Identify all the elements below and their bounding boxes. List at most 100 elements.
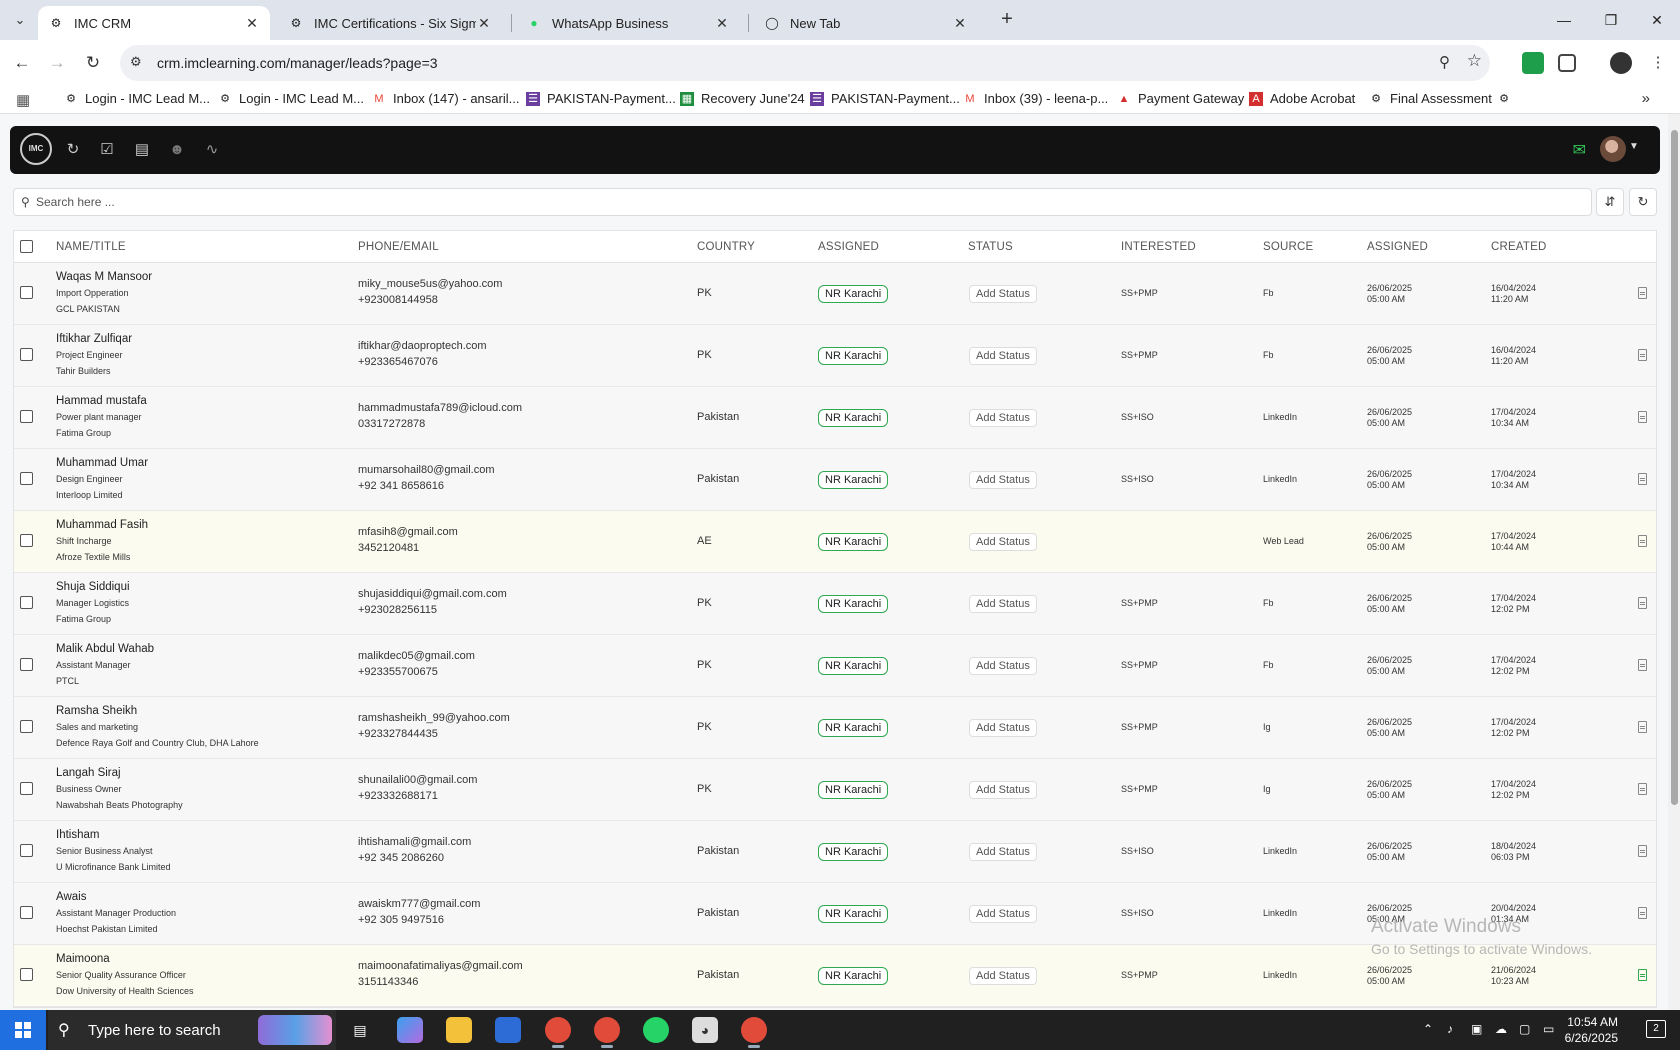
reload-button[interactable]: ↻ [81,51,105,75]
bookmark-item[interactable]: ☰ PAKISTAN-Payment... [810,91,960,106]
bookmark-item[interactable]: ⚙ [1497,91,1518,105]
tab-search-icon[interactable]: ⌄ [10,10,30,30]
notes-document-icon[interactable] [1638,535,1647,547]
bookmark-item[interactable]: A Adobe Acrobat [1249,91,1355,106]
row-checkbox[interactable] [20,844,33,857]
notes-document-icon[interactable] [1638,349,1647,361]
bookmark-star-icon[interactable]: ☆ [1467,51,1482,71]
imc-logo[interactable]: IMC [20,133,52,165]
chrome-profile-icon[interactable] [1610,52,1632,74]
user-icon[interactable]: ☻ [166,139,188,161]
bookmark-item[interactable]: ▦ Recovery June'24 [680,91,805,106]
notes-document-icon[interactable] [1638,287,1647,299]
omnibox[interactable]: ⚙ crm.imclearning.com/manager/leads?page… [120,45,1490,81]
display-icon[interactable]: ▢ [1519,1022,1530,1036]
table-row[interactable]: Waqas M Mansoor Import Opperation GCL PAKI… [14,263,1656,325]
column-header[interactable]: PHONE/EMAIL [358,241,439,253]
search-input[interactable] [36,192,1536,212]
add-status-button[interactable]: Add Status [969,595,1037,613]
add-status-button[interactable]: Add Status [969,285,1037,303]
row-checkbox[interactable] [20,534,33,547]
column-header[interactable]: SOURCE [1263,241,1313,253]
lead-name[interactable]: Iftikhar Zulfiqar [56,333,132,345]
lead-name[interactable]: Muhammad Umar [56,457,148,469]
row-checkbox[interactable] [20,782,33,795]
table-row[interactable]: Iftikhar Zulfiqar Project Engineer Tahir B… [14,325,1656,387]
clock[interactable]: 10:54 AM 6/26/2025 [1565,1014,1618,1046]
add-status-button[interactable]: Add Status [969,843,1037,861]
chrome-icon[interactable] [594,1017,620,1048]
chrome-icon[interactable] [741,1017,767,1048]
lead-name[interactable]: Muhammad Fasih [56,519,148,531]
row-checkbox[interactable] [20,968,33,981]
volume-icon[interactable]: ♪ [1447,1022,1453,1036]
column-header[interactable]: ASSIGNED [1367,241,1428,253]
close-tab-icon[interactable]: ✕ [952,15,968,32]
column-header[interactable]: ASSIGNED [818,241,879,253]
add-status-button[interactable]: Add Status [969,347,1037,365]
table-row[interactable]: Ramsha Sheikh Sales and marketing Defence … [14,697,1656,759]
add-status-button[interactable]: Add Status [969,905,1037,923]
url-text[interactable]: crm.imclearning.com/manager/leads?page=3 [157,55,438,71]
notes-document-icon[interactable] [1638,597,1647,609]
row-checkbox[interactable] [20,410,33,423]
add-status-button[interactable]: Add Status [969,657,1037,675]
battery-icon[interactable]: ▭ [1543,1022,1554,1036]
page-scrollbar[interactable] [1668,114,1680,1010]
filter-button[interactable]: ⇵ [1596,188,1624,216]
notification-bell-icon[interactable]: ✉ [1573,140,1586,160]
bookmark-item[interactable]: ☰ PAKISTAN-Payment... [526,91,676,106]
app-icon[interactable] [495,1017,521,1043]
calendar-icon[interactable]: ☑ [96,139,118,161]
row-checkbox[interactable] [20,658,33,671]
notification-center-icon[interactable]: 2 [1646,1020,1666,1038]
bookmark-item[interactable]: M Inbox (39) - leena-p... [963,91,1108,106]
whatsapp-icon[interactable] [643,1017,669,1043]
copilot-icon[interactable] [397,1017,423,1043]
lead-name[interactable]: Awais [56,891,86,903]
table-row[interactable]: Malik Abdul Wahab Assistant Manager PTCL ma… [14,635,1656,697]
close-tab-icon[interactable]: ✕ [476,15,492,32]
document-icon[interactable]: ▤ [131,139,153,161]
close-tab-icon[interactable]: ✕ [714,15,730,32]
tab-new-tab[interactable]: ◯ New Tab ✕ [754,6,978,40]
network-icon[interactable]: ▣ [1471,1022,1482,1036]
user-profile-menu[interactable]: ▼ [1600,136,1640,164]
scrollbar-thumb[interactable] [1671,130,1678,805]
row-checkbox[interactable] [20,286,33,299]
taskbar-search[interactable]: ⚲ Type here to search [48,1010,336,1050]
lead-name[interactable]: Shuja Siddiqui [56,581,130,593]
row-checkbox[interactable] [20,472,33,485]
file-explorer-icon[interactable] [446,1017,472,1043]
lead-name[interactable]: Malik Abdul Wahab [56,643,154,655]
bookmark-item[interactable]: ⚙ Login - IMC Lead M... [218,91,364,106]
activity-icon[interactable]: ∿ [201,139,223,161]
close-tab-icon[interactable]: ✕ [244,15,260,32]
row-checkbox[interactable] [20,720,33,733]
notes-document-icon[interactable] [1638,473,1647,485]
lead-name[interactable]: Ihtisham [56,829,99,841]
column-header[interactable]: NAME/TITLE [56,241,126,253]
new-tab-button[interactable]: + [995,8,1019,32]
restore-button[interactable]: ❐ [1599,8,1623,32]
bookmark-item[interactable]: ⚙ Login - IMC Lead M... [64,91,210,106]
chrome-icon[interactable] [545,1017,571,1048]
more-bookmarks-icon[interactable]: » [1642,90,1650,107]
tray-chevron-icon[interactable]: ⌃ [1423,1022,1433,1036]
lead-name[interactable]: Waqas M Mansoor [56,271,152,283]
apps-grid-icon[interactable]: ▦ [16,91,30,109]
chrome-menu-icon[interactable]: ⋮ [1646,51,1670,75]
add-status-button[interactable]: Add Status [969,781,1037,799]
add-status-button[interactable]: Add Status [969,719,1037,737]
row-checkbox[interactable] [20,596,33,609]
task-view-icon[interactable]: ▤ [347,1017,373,1043]
site-info-icon[interactable]: ⚙ [130,54,142,70]
notes-document-icon[interactable] [1638,659,1647,671]
extensions-puzzle-icon[interactable] [1558,54,1576,72]
row-checkbox[interactable] [20,906,33,919]
add-status-button[interactable]: Add Status [969,533,1037,551]
notes-document-icon[interactable] [1638,721,1647,733]
notes-document-icon[interactable] [1638,969,1647,981]
minimize-button[interactable]: — [1552,8,1576,32]
add-status-button[interactable]: Add Status [969,967,1037,985]
